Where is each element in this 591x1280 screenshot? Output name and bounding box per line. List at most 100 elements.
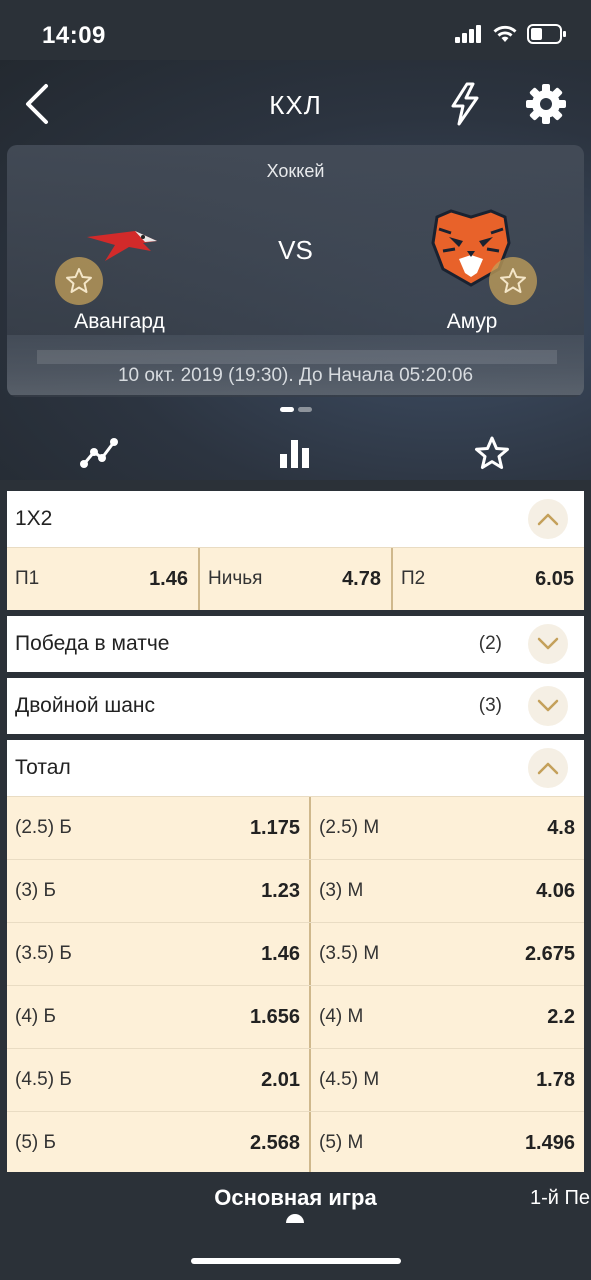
settings-gear-icon[interactable] (524, 82, 568, 126)
odd-under[interactable]: (3.5) М 2.675 (309, 923, 584, 985)
odd-over[interactable]: (3) Б 1.23 (7, 860, 309, 922)
page-title: КХЛ (269, 90, 322, 120)
pager-dots (280, 407, 312, 412)
odd-under[interactable]: (4) М 2.2 (309, 986, 584, 1048)
chevron-down-icon (537, 637, 559, 650)
odd-under[interactable]: (4.5) М 1.78 (309, 1049, 584, 1111)
odd-value: 1.78 (536, 1068, 575, 1091)
tab-main-game[interactable]: Основная игра (0, 1185, 591, 1211)
odd-label: (3.5) М (319, 943, 380, 964)
line-chart-icon[interactable] (80, 436, 118, 470)
favorite-team2-button[interactable] (489, 257, 537, 305)
market-1x2: 1X2 П1 1.46 Ничья 4.78 П2 6.05 (7, 491, 584, 610)
odd-value: 2.2 (547, 1005, 575, 1028)
favorite-star-icon[interactable] (474, 436, 510, 470)
pager-dot (298, 407, 312, 412)
tab-first-period[interactable]: 1-й Пе (530, 1187, 590, 1210)
market-1x2-header[interactable]: 1X2 (7, 491, 584, 547)
odd-value: 1.496 (524, 1131, 575, 1154)
favorite-team1-button[interactable] (55, 257, 103, 305)
chevron-down-icon (537, 699, 559, 712)
team1-name: Авангард (74, 310, 165, 333)
odd-value: 2.675 (524, 942, 575, 965)
odd-value: 2.01 (261, 1068, 300, 1091)
collapse-button[interactable] (528, 748, 568, 788)
lightning-icon[interactable] (445, 82, 485, 126)
odd-label: П2 (401, 568, 426, 589)
odd-value: 1.23 (261, 879, 300, 902)
odd-label: (4) М (319, 1006, 364, 1027)
sport-name: Хоккей (266, 161, 325, 181)
odd-label: (2.5) Б (15, 817, 72, 838)
odd-label: (3.5) Б (15, 943, 72, 964)
star-icon (500, 268, 526, 293)
market-count: (3) (478, 695, 502, 716)
odd-value: 1.46 (261, 942, 300, 965)
odd-p2[interactable]: П2 6.05 (391, 548, 584, 610)
odd-over[interactable]: (4.5) Б 2.01 (7, 1049, 309, 1111)
odd-over[interactable]: (2.5) Б 1.175 (7, 797, 309, 859)
signal-icon (455, 25, 481, 43)
match-card: Хоккей VS Авангард Амур 10 окт. 2019 (19… (7, 145, 584, 397)
market-count: (2) (478, 633, 502, 654)
odd-label: (5) М (319, 1132, 364, 1153)
odds-row: П1 1.46 Ничья 4.78 П2 6.05 (7, 547, 584, 610)
market-title: 1X2 (15, 507, 53, 530)
statistics-bars-icon[interactable] (278, 436, 312, 470)
odd-label: (3) М (319, 880, 364, 901)
odd-over[interactable]: (3.5) Б 1.46 (7, 923, 309, 985)
odd-label: (4.5) М (319, 1069, 380, 1090)
odd-label: (4.5) Б (15, 1069, 72, 1090)
market-match-win[interactable]: Победа в матче (2) (7, 616, 584, 672)
market-double-chance[interactable]: Двойной шанс (3) (7, 678, 584, 734)
odd-over[interactable]: (4) Б 1.656 (7, 986, 309, 1048)
odd-label: (4) Б (15, 1006, 56, 1027)
wifi-icon (493, 25, 517, 42)
market-header[interactable]: Двойной шанс (3) (7, 678, 584, 734)
collapse-button[interactable] (528, 499, 568, 539)
pager-dot-active (280, 407, 294, 412)
team2-name: Амур (446, 310, 498, 333)
odd-value: 1.656 (249, 1005, 300, 1028)
odd-value: 2.568 (249, 1131, 300, 1154)
market-title: Тотал (15, 756, 71, 779)
market-header[interactable]: Победа в матче (2) (7, 616, 584, 672)
battery-icon (527, 24, 566, 44)
total-row: (5) Б 2.568 (5) М 1.496 (7, 1111, 584, 1174)
expand-button[interactable] (528, 686, 568, 726)
total-row: (3) Б 1.23 (3) М 4.06 (7, 859, 584, 922)
market-title: Двойной шанс (15, 694, 156, 717)
total-row: (4.5) Б 2.01 (4.5) М 1.78 (7, 1048, 584, 1111)
total-row: (4) Б 1.656 (4) М 2.2 (7, 985, 584, 1048)
odd-over[interactable]: (5) Б 2.568 (7, 1112, 309, 1174)
odd-value: 4.78 (342, 567, 381, 590)
odd-label: (2.5) М (319, 817, 380, 838)
odd-under[interactable]: (2.5) М 4.8 (309, 797, 584, 859)
odd-value: 1.46 (149, 567, 188, 590)
odd-under[interactable]: (3) М 4.06 (309, 860, 584, 922)
odd-value: 4.8 (547, 816, 575, 839)
odd-label: (3) Б (15, 880, 56, 901)
odd-label: П1 (15, 568, 40, 589)
home-indicator[interactable] (191, 1258, 401, 1264)
odd-value: 4.06 (536, 879, 575, 902)
market-title: Победа в матче (15, 632, 170, 655)
rink-banner (37, 350, 557, 364)
expand-button[interactable] (528, 624, 568, 664)
odd-value: 6.05 (535, 567, 574, 590)
chevron-up-icon (537, 762, 559, 775)
total-row: (2.5) Б 1.175 (2.5) М 4.8 (7, 796, 584, 859)
match-datetime: 10 окт. 2019 (19:30). До Начала 05:20:06 (117, 365, 474, 386)
odd-p1[interactable]: П1 1.46 (7, 548, 198, 610)
star-icon (66, 268, 92, 293)
status-icons (455, 24, 567, 44)
odd-under[interactable]: (5) М 1.496 (309, 1112, 584, 1174)
odd-draw[interactable]: Ничья 4.78 (198, 548, 391, 610)
market-total: Тотал (2.5) Б 1.175 (2.5) М 4.8 (3) Б 1.23 … (7, 740, 584, 1174)
status-time: 14:09 (42, 22, 106, 49)
avangard-logo-icon (87, 231, 157, 261)
odd-label: Ничья (208, 568, 263, 589)
odd-label: (5) Б (15, 1132, 56, 1153)
market-total-header[interactable]: Тотал (7, 740, 584, 796)
odd-value: 1.175 (249, 816, 300, 839)
